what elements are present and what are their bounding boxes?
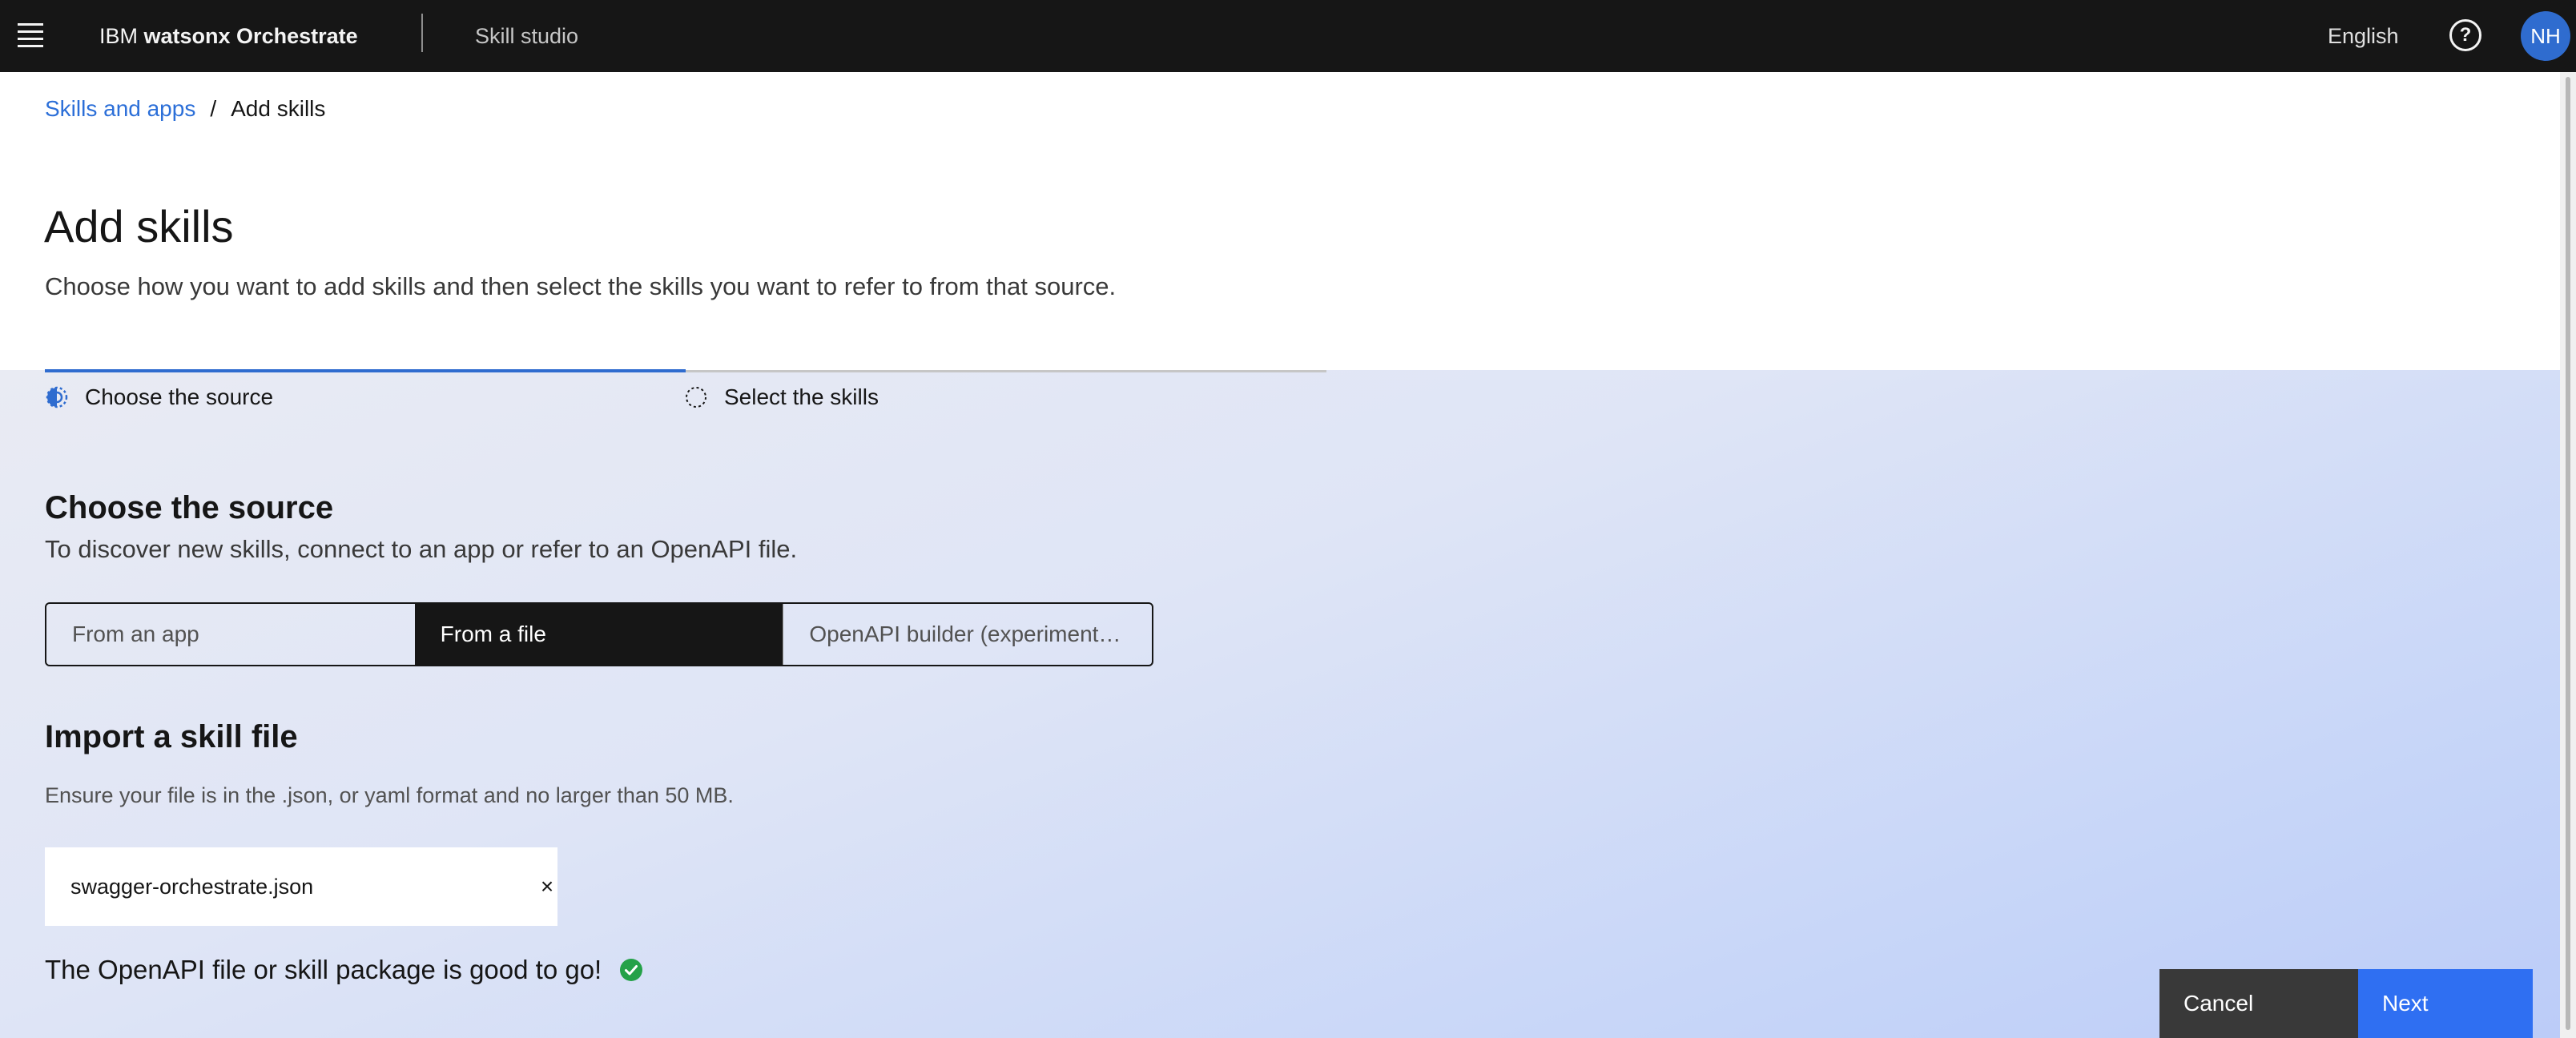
scrollbar-thumb[interactable]: [2566, 77, 2570, 1030]
validation-status-text: The OpenAPI file or skill package is goo…: [45, 955, 602, 984]
header-divider: [421, 14, 423, 52]
menu-icon[interactable]: [18, 22, 45, 49]
import-section-description: Ensure your file is in the .json, or yam…: [45, 783, 734, 807]
uploaded-file-name: swagger-orchestrate.json: [70, 874, 314, 899]
source-section-description: To discover new skills, connect to an ap…: [45, 535, 798, 563]
option-label: From a file: [440, 622, 546, 646]
close-icon[interactable]: ×: [535, 874, 559, 899]
content-region: [0, 370, 2560, 1038]
next-button[interactable]: Next: [2358, 969, 2533, 1038]
progress-fill: [45, 369, 686, 372]
step-label: Choose the source: [85, 384, 274, 409]
checkmark-filled-icon: [620, 959, 642, 981]
source-option-from-app[interactable]: From an app: [46, 604, 415, 665]
source-content-switcher: From an app From a file OpenAPI builder …: [45, 602, 1153, 666]
step-current-icon: [46, 386, 68, 408]
source-option-from-file[interactable]: From a file: [414, 604, 783, 665]
header-section-link[interactable]: Skill studio: [475, 0, 578, 72]
page-header-region: [0, 72, 2560, 370]
option-label: From an app: [72, 622, 199, 646]
uploaded-file-item: swagger-orchestrate.json ×: [45, 847, 557, 926]
source-section-title: Choose the source: [45, 490, 334, 525]
language-selector[interactable]: English: [2328, 0, 2399, 72]
help-icon[interactable]: ?: [2449, 19, 2481, 51]
page-title: Add skills: [44, 201, 234, 251]
breadcrumb-current: Add skills: [231, 96, 326, 121]
breadcrumb: Skills and apps / Add skills: [45, 96, 325, 122]
page-scrollbar[interactable]: [2560, 72, 2576, 1038]
step-incomplete-icon: [686, 387, 706, 408]
page-description: Choose how you want to add skills and th…: [45, 272, 1117, 300]
step-select-skills[interactable]: Select the skills: [684, 384, 879, 410]
brand-prefix: IBM: [99, 24, 139, 48]
source-option-openapi-builder[interactable]: OpenAPI builder (experimental): [783, 604, 1152, 665]
option-label: OpenAPI builder (experimental): [809, 622, 1122, 646]
top-nav-bar: IBM watsonx Orchestrate Skill studio Eng…: [0, 0, 2576, 72]
step-choose-source[interactable]: Choose the source: [45, 384, 273, 410]
brand-product: watsonx Orchestrate: [143, 24, 358, 48]
breadcrumb-separator: /: [210, 96, 217, 121]
import-section-title: Import a skill file: [45, 719, 298, 754]
step-label: Select the skills: [724, 384, 879, 409]
brand-name[interactable]: IBM watsonx Orchestrate: [99, 0, 358, 72]
breadcrumb-skills-and-apps[interactable]: Skills and apps: [45, 96, 195, 122]
user-avatar[interactable]: NH: [2521, 11, 2570, 61]
cancel-button[interactable]: Cancel: [2159, 969, 2358, 1038]
